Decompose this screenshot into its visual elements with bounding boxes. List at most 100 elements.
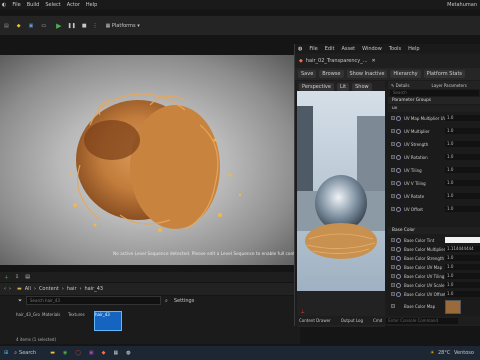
edge-icon[interactable]: ◉ <box>63 350 67 356</box>
menu-edit[interactable]: Edit <box>325 46 335 52</box>
param-value-field[interactable]: 1.0 <box>445 273 480 279</box>
menu-asset[interactable]: Asset <box>341 46 355 52</box>
menu-actor[interactable]: Actor <box>67 2 80 8</box>
section-parameter-groups[interactable]: Parameter Groups <box>388 97 480 104</box>
back-icon[interactable]: ‹ <box>4 286 6 292</box>
store-icon[interactable]: ▦ <box>114 350 119 356</box>
start-icon[interactable]: ⊞ <box>4 350 8 356</box>
param-override-checkbox[interactable] <box>391 292 395 296</box>
show-button[interactable]: Show <box>352 83 372 91</box>
cinematics-icon[interactable]: ▭ <box>41 23 46 29</box>
menu-build[interactable]: Build <box>27 2 40 8</box>
param-override-checkbox[interactable] <box>391 304 395 308</box>
add-icon[interactable]: ＋ <box>4 274 9 281</box>
param-value-field[interactable]: 1.0 <box>445 264 480 270</box>
menu-window[interactable]: Window <box>362 46 382 52</box>
save-icon[interactable]: ▤ <box>4 23 9 29</box>
pause-icon[interactable]: ❚❚ <box>67 23 75 29</box>
mode-icon[interactable]: ◆ <box>17 23 21 29</box>
param-override-checkbox[interactable] <box>391 274 395 278</box>
settings-button[interactable]: Settings <box>174 298 195 304</box>
param-value-field[interactable]: 1.0 <box>445 206 480 212</box>
param-value-field[interactable]: 1.0 <box>445 115 480 121</box>
param-value-field[interactable]: 1.0 <box>445 282 480 288</box>
breadcrumb-hair[interactable]: hair <box>67 286 77 292</box>
menu-tools[interactable]: Tools <box>389 46 401 52</box>
taskbar-search-label[interactable]: Search <box>19 350 36 356</box>
asset-tile-selected[interactable]: hair_43 <box>94 311 122 331</box>
menu-help[interactable]: Help <box>408 46 419 52</box>
param-override-checkbox[interactable] <box>391 247 395 251</box>
asset-tile[interactable]: Materials <box>42 312 64 326</box>
perspective-button[interactable]: Perspective <box>299 83 334 91</box>
menu-help[interactable]: Help <box>86 2 97 8</box>
show-inactive-button[interactable]: Show Inactive <box>346 70 388 78</box>
breadcrumb-hair-43[interactable]: hair_43 <box>85 286 104 292</box>
param-override-checkbox[interactable] <box>391 142 395 146</box>
param-value-field[interactable]: 1.0 <box>445 141 480 147</box>
param-override-checkbox[interactable] <box>391 168 395 172</box>
param-value-field[interactable]: 1.0 <box>445 167 480 173</box>
console-input[interactable]: Enter Console Command <box>386 317 459 324</box>
tab-layer-parameters[interactable]: Layer Parameters <box>432 83 467 88</box>
level-viewport[interactable] <box>0 55 300 265</box>
param-value-field[interactable]: 1.0 <box>445 193 480 199</box>
param-value-field[interactable]: 1.0 <box>445 291 480 297</box>
param-value-field[interactable] <box>445 237 480 243</box>
filter-icon[interactable]: ⏷ <box>18 298 22 304</box>
close-tab-icon[interactable]: ✕ <box>372 58 376 64</box>
param-value-field[interactable]: 1.114444444 <box>445 246 480 252</box>
asset-tile[interactable]: Textures <box>68 312 90 326</box>
cmd-button[interactable]: Cmd <box>373 318 382 323</box>
asset-search-input[interactable]: Search hair_43 <box>26 296 162 305</box>
save-all-icon[interactable]: ▤ <box>25 274 30 280</box>
details-search-input[interactable]: Search <box>390 90 479 96</box>
stop-icon[interactable]: ■ <box>82 23 87 29</box>
unreal-icon[interactable]: ◍ <box>126 350 130 356</box>
param-value-field[interactable]: 1.0 <box>445 180 480 186</box>
more-icon[interactable]: ⋮ <box>93 23 98 29</box>
blueprint-icon[interactable]: ▣ <box>29 23 34 29</box>
param-override-checkbox[interactable] <box>391 238 395 242</box>
search-icon[interactable]: ⌕ <box>165 298 168 304</box>
param-override-checkbox[interactable] <box>391 129 395 133</box>
group-base-color[interactable]: Base Color <box>388 227 480 234</box>
menu-file[interactable]: File <box>12 2 20 8</box>
platform-stats-button[interactable]: Platform Stats <box>423 70 466 78</box>
material-tab-title[interactable]: hair_02_Transparency_... <box>306 58 368 64</box>
param-value-field[interactable]: 1.0 <box>445 154 480 160</box>
param-override-checkbox[interactable] <box>391 283 395 287</box>
opera-icon[interactable]: ◯ <box>75 350 81 356</box>
menu-file[interactable]: File <box>309 46 317 52</box>
tab-details[interactable]: ✎ Details <box>391 83 410 88</box>
group-uv[interactable]: uv <box>388 105 480 112</box>
param-value-field[interactable]: 1.0 <box>445 255 480 261</box>
param-override-checkbox[interactable] <box>391 256 395 260</box>
param-override-checkbox[interactable] <box>391 155 395 159</box>
save-button[interactable]: Save <box>298 70 317 78</box>
param-value-field[interactable]: 1.0 <box>445 128 480 134</box>
forward-icon[interactable]: › <box>9 286 11 292</box>
material-preview-viewport[interactable]: Perspective Lit Show ⟂ <box>297 81 385 327</box>
photos-icon[interactable]: ▣ <box>89 350 94 356</box>
menu-select[interactable]: Select <box>45 2 60 8</box>
content-drawer-button[interactable]: Content Drawer <box>299 318 331 323</box>
folder-icon[interactable]: ▬ <box>50 350 55 356</box>
browse-button[interactable]: Browse <box>319 70 344 78</box>
breadcrumb-all[interactable]: All <box>25 286 31 292</box>
platforms-button[interactable]: ▦ Platforms ▾ <box>106 23 140 29</box>
param-override-checkbox[interactable] <box>391 116 395 120</box>
texture-thumbnail[interactable] <box>445 300 461 314</box>
search-icon[interactable]: ⌕ <box>14 350 17 356</box>
param-override-checkbox[interactable] <box>391 207 395 211</box>
output-log-button[interactable]: Output Log <box>341 318 363 323</box>
app-icon[interactable]: ◆ <box>102 350 106 356</box>
param-override-checkbox[interactable] <box>391 194 395 198</box>
play-button[interactable]: ▶ <box>56 22 61 30</box>
breadcrumb-content[interactable]: Content <box>39 286 59 292</box>
param-override-checkbox[interactable] <box>391 181 395 185</box>
hierarchy-button[interactable]: Hierarchy <box>390 70 421 78</box>
param-override-checkbox[interactable] <box>391 265 395 269</box>
lit-button[interactable]: Lit <box>336 83 350 91</box>
asset-tile[interactable]: hair_43_Gro <box>16 312 40 326</box>
